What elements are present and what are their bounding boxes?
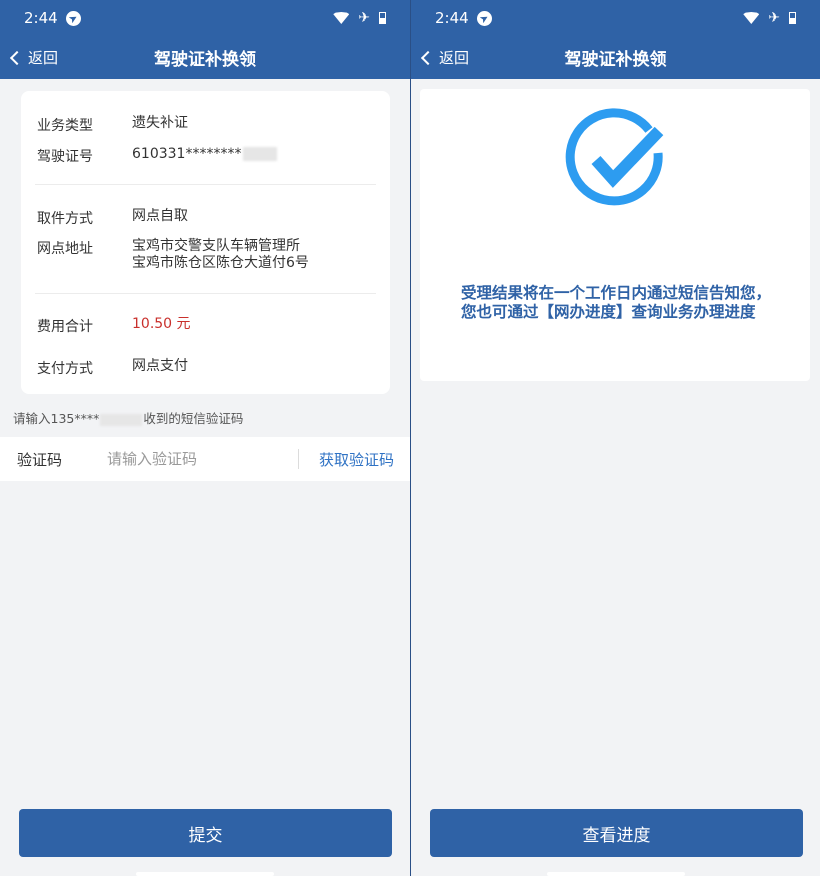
home-indicator[interactable] — [136, 872, 274, 876]
back-button[interactable]: 返回 — [9, 36, 59, 79]
detail-row-pickup-method: 取件方式 网点自取 — [37, 208, 188, 228]
airplane-icon: ✈ — [358, 10, 370, 26]
battery-icon — [379, 12, 386, 24]
divider — [35, 293, 376, 294]
address-line-2: 宝鸡市陈仓区陈仓大道付6号 — [132, 255, 309, 271]
airplane-icon: ✈ — [768, 10, 780, 26]
wifi-icon — [743, 12, 760, 24]
nav-bar: 返回 驾驶证补换领 — [0, 36, 410, 79]
back-label: 返回 — [28, 49, 59, 67]
detail-label: 驾驶证号 — [37, 149, 93, 165]
detail-row-license-number: 驾驶证号 610331******** — [37, 146, 278, 166]
location-icon — [476, 10, 492, 26]
chevron-left-icon — [420, 50, 436, 66]
detail-row-payment-method: 支付方式 网点支付 — [37, 358, 188, 378]
detail-label: 取件方式 — [37, 211, 93, 227]
chevron-left-icon — [9, 50, 25, 66]
detail-label: 网点地址 — [37, 241, 93, 257]
success-card: 受理结果将在一个工作日内通过短信告知您，您也可通过【网办进度】查询业务办理进度 — [420, 89, 810, 381]
detail-value-price: 10.50 元 — [132, 316, 191, 332]
system-icons: ✈ — [333, 11, 386, 25]
sms-hint-suffix: 收到的短信验证码 — [143, 411, 244, 426]
detail-label: 支付方式 — [37, 361, 93, 377]
sms-hint: 请输入135**** 收到的短信验证码 — [13, 408, 243, 427]
detail-row-business-type: 业务类型 遗失补证 — [37, 115, 188, 135]
status-bar: 2:44 ✈ — [411, 0, 820, 36]
view-progress-button[interactable]: 查看进度 — [430, 809, 803, 857]
address-line-1: 宝鸡市交警支队车辆管理所 — [132, 238, 300, 254]
submit-button[interactable]: 提交 — [19, 809, 392, 857]
status-bar: 2:44 ✈ — [0, 0, 410, 36]
app-header: 2:44 ✈ 返回 驾驶证补换领 — [411, 0, 820, 79]
detail-label: 费用合计 — [37, 319, 93, 335]
verification-code-row: 验证码 获取验证码 — [0, 437, 410, 481]
system-icons: ✈ — [743, 11, 796, 25]
app-header: 2:44 ✈ 返回 驾驶证补换领 — [0, 0, 410, 79]
detail-row-total-fee: 费用合计 10.50 元 — [37, 316, 191, 336]
verification-code-label: 验证码 — [17, 450, 63, 469]
wifi-icon — [333, 12, 350, 24]
back-label: 返回 — [439, 49, 470, 67]
location-icon — [65, 10, 81, 26]
application-form-screen: 2:44 ✈ 返回 驾驶证补换领 业务类型 遗失补证 驾驶证号 610331**… — [0, 0, 410, 876]
success-message: 受理结果将在一个工作日内通过短信告知您，您也可通过【网办进度】查询业务办理进度 — [461, 284, 772, 321]
detail-value: 遗失补证 — [132, 115, 188, 131]
success-check-icon — [565, 108, 664, 206]
detail-value: 610331******** — [132, 146, 242, 162]
redacted-mask — [243, 147, 278, 161]
nav-bar: 返回 驾驶证补换领 — [411, 36, 820, 79]
battery-icon — [789, 12, 796, 24]
verification-code-input[interactable] — [107, 450, 297, 468]
application-details-card: 业务类型 遗失补证 驾驶证号 610331******** 取件方式 网点自取 … — [21, 91, 390, 394]
status-time: 2:44 — [24, 9, 58, 27]
divider — [298, 449, 299, 469]
detail-label: 业务类型 — [37, 118, 93, 134]
detail-row-pickup-address: 网点地址 宝鸡市交警支队车辆管理所 宝鸡市陈仓区陈仓大道付6号 — [37, 238, 309, 272]
get-code-button[interactable]: 获取验证码 — [319, 449, 394, 470]
redacted-mask — [100, 413, 143, 426]
sms-hint-prefix: 请输入135**** — [13, 411, 100, 426]
submission-success-screen: 2:44 ✈ 返回 驾驶证补换领 受理结果将在一个工作日内通过短信告知您，您也可… — [410, 0, 820, 876]
detail-value: 网点支付 — [132, 358, 188, 374]
status-time: 2:44 — [435, 9, 469, 27]
app-frame: 2:44 ✈ 返回 驾驶证补换领 业务类型 遗失补证 驾驶证号 610331**… — [0, 0, 820, 876]
detail-value-address: 宝鸡市交警支队车辆管理所 宝鸡市陈仓区陈仓大道付6号 — [132, 238, 309, 272]
page-title: 驾驶证补换领 — [154, 50, 256, 70]
divider — [35, 184, 376, 185]
home-indicator[interactable] — [547, 872, 685, 876]
page-title: 驾驶证补换领 — [564, 50, 667, 70]
detail-value: 网点自取 — [132, 208, 188, 224]
back-button[interactable]: 返回 — [420, 36, 470, 79]
